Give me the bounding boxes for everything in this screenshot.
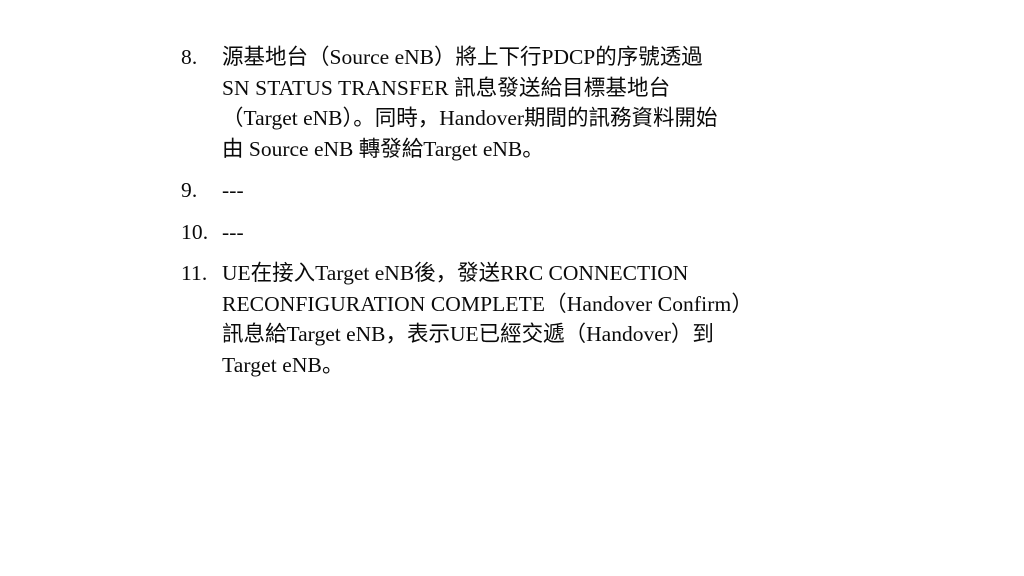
list-item-number: 11. xyxy=(181,261,208,285)
text-line: 源基地台（Source eNB）將上下行PDCP的序號透過 xyxy=(222,45,703,69)
list-item-text: --- xyxy=(222,175,866,206)
list-item[interactable]: 8. 源基地台（Source eNB）將上下行PDCP的序號透過 SN STAT… xyxy=(176,42,866,164)
list-item-number: 10. xyxy=(181,219,209,244)
list-item[interactable]: 9. --- xyxy=(176,175,866,206)
text-line: Target eNB。 xyxy=(222,352,344,377)
text-line: （Target eNB）。同時，Handover期間的訊務資料開始 xyxy=(222,106,718,130)
text-line: RECONFIGURATION COMPLETE（Handover Confir… xyxy=(222,291,753,316)
slide-body-placeholder: 8. 源基地台（Source eNB）將上下行PDCP的序號透過 SN STAT… xyxy=(176,42,866,382)
slide-canvas: 8. 源基地台（Source eNB）將上下行PDCP的序號透過 SN STAT… xyxy=(0,0,1024,576)
list-item-number: 8. xyxy=(181,45,198,69)
list-item-text: 源基地台（Source eNB）將上下行PDCP的序號透過 SN STATUS … xyxy=(222,42,866,164)
list-item[interactable]: 10. --- xyxy=(176,217,866,248)
text-line: UE在接入Target eNB後，發送RRC CONNECTION xyxy=(222,261,689,285)
text-line: SN STATUS TRANSFER 訊息發送給目標基地台 xyxy=(222,75,671,100)
list-item-text: UE在接入Target eNB後，發送RRC CONNECTION RECONF… xyxy=(222,258,866,380)
text-line: --- xyxy=(222,219,244,244)
text-line: --- xyxy=(222,178,244,202)
list-item-number: 9. xyxy=(181,178,198,202)
text-line: 訊息給Target eNB，表示UE已經交遞（Handover）到 xyxy=(222,322,714,346)
list-item-text: --- xyxy=(222,217,866,248)
text-line: 由 Source eNB 轉發給Target eNB。 xyxy=(222,136,544,161)
numbered-list: 8. 源基地台（Source eNB）將上下行PDCP的序號透過 SN STAT… xyxy=(176,42,866,380)
list-item[interactable]: 11. UE在接入Target eNB後，發送RRC CONNECTION RE… xyxy=(176,258,866,380)
